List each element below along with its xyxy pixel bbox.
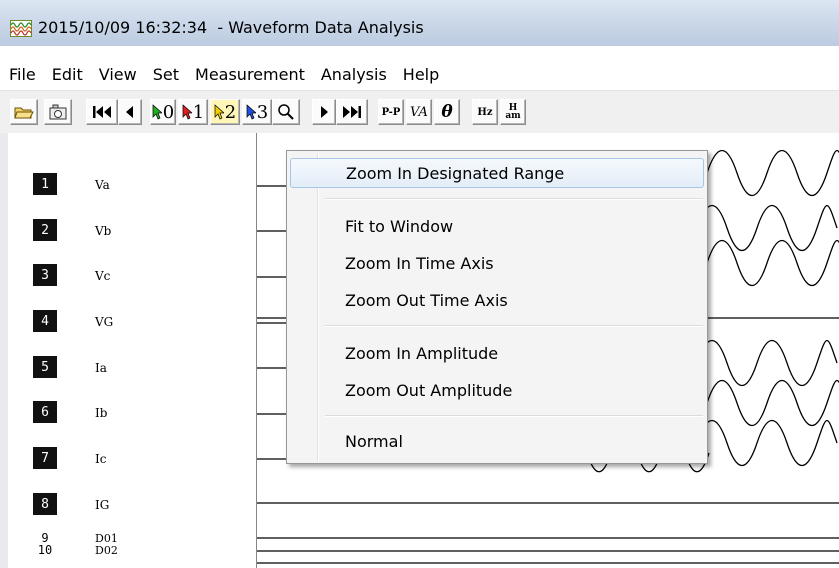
phase-angle-button[interactable]: θ xyxy=(434,99,460,125)
step-back-icon xyxy=(126,106,133,118)
menu-separator xyxy=(325,415,703,417)
channel-label-va: Va xyxy=(95,178,110,192)
cursor-0-button[interactable]: 0 xyxy=(150,99,176,125)
channel-label-ic: Ic xyxy=(95,452,107,466)
channel-badge-7[interactable]: 7 xyxy=(33,447,57,469)
channel-label-ib: Ib xyxy=(95,406,108,420)
menu-item-zoom-in-time-axis[interactable]: Zoom In Time Axis xyxy=(290,248,704,278)
channel-badge-5[interactable]: 5 xyxy=(33,356,57,378)
title-bar: 2015/10/09 16:32:34 - Waveform Data Anal… xyxy=(0,0,839,46)
cursor-3-icon xyxy=(246,104,256,120)
menu-analysis[interactable]: Analysis xyxy=(313,65,395,84)
fast-forward-button[interactable] xyxy=(336,99,368,125)
menu-item-zoom-out-time-axis[interactable]: Zoom Out Time Axis xyxy=(290,285,704,315)
vc-trace xyxy=(706,239,839,286)
channel-badge-6[interactable]: 6 xyxy=(33,401,57,423)
open-folder-icon xyxy=(14,107,34,119)
cursor-1-icon xyxy=(182,104,192,120)
magnifier-icon xyxy=(278,104,294,120)
step-back-button[interactable] xyxy=(118,99,142,125)
menu-measurement[interactable]: Measurement xyxy=(187,65,313,84)
cursor-3-label: 3 xyxy=(256,101,269,123)
zoom-button[interactable] xyxy=(272,99,300,125)
cursor-0-icon xyxy=(152,104,162,120)
harmonic-icon: H am xyxy=(505,104,521,121)
peak-to-peak-button[interactable]: P-P xyxy=(378,99,404,125)
cursor-1-button[interactable]: 1 xyxy=(178,99,208,125)
menu-item-normal[interactable]: Normal xyxy=(290,426,704,456)
cursor-1-label: 1 xyxy=(192,101,205,123)
menu-item-zoom-out-amplitude[interactable]: Zoom Out Amplitude xyxy=(290,375,704,405)
va-trace xyxy=(706,149,839,196)
voltage-amplitude-icon: VA xyxy=(410,104,428,120)
menu-edit[interactable]: Edit xyxy=(44,65,91,84)
cursor-2-icon xyxy=(214,104,224,120)
channel-badge-3[interactable]: 3 xyxy=(33,264,57,286)
channel-badge-4[interactable]: 4 xyxy=(33,310,57,332)
channel-label-vg: VG xyxy=(95,315,114,329)
ia-trace xyxy=(696,339,838,386)
camera-icon xyxy=(49,104,67,120)
channel-label-vb: Vb xyxy=(95,224,112,238)
menu-bar: File Edit View Set Measurement Analysis … xyxy=(0,58,839,90)
hz-icon: Hz xyxy=(477,106,493,118)
cursor-2-label: 2 xyxy=(224,101,237,123)
window-title: 2015/10/09 16:32:34 - Waveform Data Anal… xyxy=(38,18,424,37)
menu-file[interactable]: File xyxy=(0,65,44,84)
ic-trace xyxy=(696,419,838,466)
rewind-icon xyxy=(93,106,111,118)
channel-number-10: 10 xyxy=(37,543,53,557)
peak-to-peak-icon: P-P xyxy=(381,106,401,118)
snapshot-button[interactable] xyxy=(44,99,72,125)
theta-icon: θ xyxy=(441,102,453,122)
open-button[interactable] xyxy=(10,99,38,125)
menu-item-zoom-in-amplitude[interactable]: Zoom In Amplitude xyxy=(290,338,704,368)
menu-view[interactable]: View xyxy=(91,65,145,84)
channel-label-ia: Ia xyxy=(95,361,107,375)
menu-separator xyxy=(325,198,703,200)
channel-label-vc: Vc xyxy=(95,269,111,283)
toolbar: 0 1 2 3 P-P VA θ Hz H am xyxy=(0,90,839,134)
menu-item-fit-to-window[interactable]: Fit to Window xyxy=(290,211,704,241)
channel-label-d02: D02 xyxy=(95,544,118,557)
frequency-button[interactable]: Hz xyxy=(472,99,498,125)
harmonic-button[interactable]: H am xyxy=(500,99,526,125)
voltage-amplitude-button[interactable]: VA xyxy=(406,99,432,125)
harmonic-label-bottom: am xyxy=(505,111,521,121)
cursor-2-button[interactable]: 2 xyxy=(210,99,240,125)
channel-badge-2[interactable]: 2 xyxy=(33,219,57,241)
channel-number-panel: 1 2 3 4 5 6 7 8 9 10 xyxy=(8,133,91,568)
menu-set[interactable]: Set xyxy=(145,65,187,84)
menu-separator xyxy=(325,325,703,327)
channel-label-ig: IG xyxy=(95,498,110,512)
menu-item-zoom-in-designated-range[interactable]: Zoom In Designated Range xyxy=(290,158,704,188)
ib-trace xyxy=(706,379,839,426)
menu-help[interactable]: Help xyxy=(395,65,447,84)
channel-label-panel: Va Vb Vc VG Ia Ib Ic IG D01 D02 xyxy=(90,133,257,568)
step-forward-icon xyxy=(321,106,328,118)
channel-badge-1[interactable]: 1 xyxy=(33,173,57,195)
cursor-0-label: 0 xyxy=(162,101,175,123)
channel-badge-8[interactable]: 8 xyxy=(33,493,57,515)
vb-trace xyxy=(696,204,838,251)
cursor-3-button[interactable]: 3 xyxy=(242,99,272,125)
channel-label-d01: D01 xyxy=(95,532,118,545)
step-forward-button[interactable] xyxy=(312,99,336,125)
waveform-app-icon xyxy=(10,20,32,37)
context-menu: Zoom In Designated Range Fit to Window Z… xyxy=(286,150,708,464)
rewind-button[interactable] xyxy=(86,99,118,125)
fast-forward-icon xyxy=(343,106,361,118)
